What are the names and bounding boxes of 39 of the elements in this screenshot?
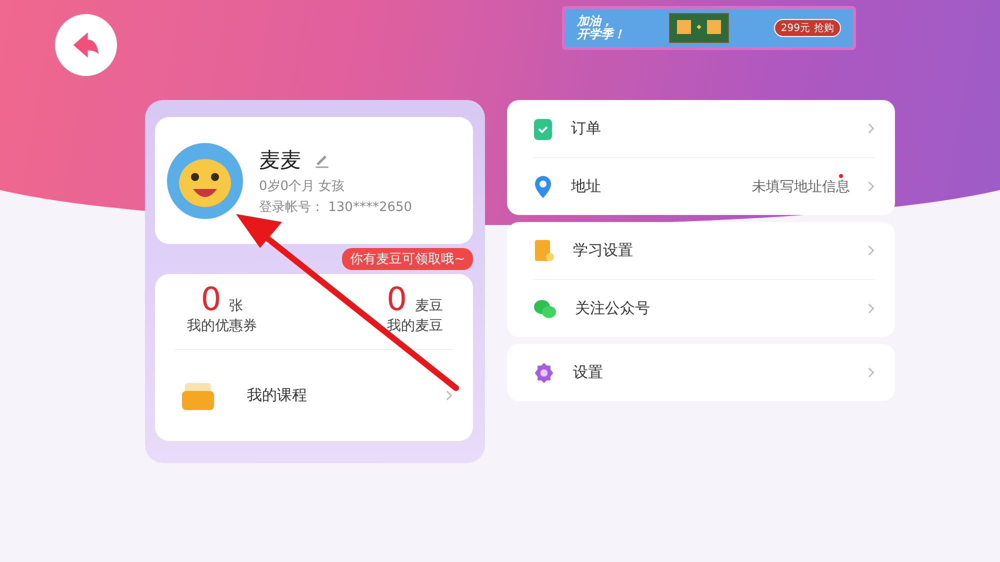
- age-gender-text: 0岁0个月 女孩: [259, 178, 346, 195]
- promo-banner[interactable]: 加油， 开学季！ 299元 抢购: [562, 6, 856, 50]
- account-text: 登录帐号： 130****2650: [259, 198, 412, 216]
- chevron-icon: [868, 367, 875, 378]
- stat-unit: 张: [229, 297, 244, 316]
- clipboard-check-icon: [533, 116, 553, 140]
- menu-item[interactable]: 关注公众号: [533, 280, 875, 337]
- book-gear-icon: [533, 238, 555, 262]
- buy-badge: 299元 抢购: [774, 19, 841, 37]
- menu-label: 订单: [571, 119, 602, 138]
- stat-label[interactable]: 我的麦豆: [386, 317, 443, 336]
- menu-value: 未填写地址信息: [752, 178, 850, 196]
- menu-label: 地址: [571, 177, 602, 196]
- course-item[interactable]: 我的课程: [175, 350, 453, 441]
- folder-icon: [181, 380, 215, 411]
- chevron-icon: [868, 245, 875, 256]
- menu-item[interactable]: 地址 未填写地址信息: [533, 158, 875, 215]
- stat-value: 0: [200, 282, 222, 318]
- chevron-icon: [868, 303, 875, 314]
- chat-bubbles-icon: [533, 298, 557, 320]
- stat-value: 0: [386, 282, 407, 318]
- banner-headline: 加油，: [577, 14, 613, 28]
- chalkboard-drawing: [669, 13, 730, 43]
- stat-unit: 麦豆: [415, 297, 443, 316]
- menu-item[interactable]: 设置: [533, 344, 875, 401]
- location-pin-icon: [533, 174, 553, 198]
- chevron-icon: [868, 181, 875, 192]
- chevron-icon: [868, 123, 875, 134]
- settings-icon: [533, 362, 555, 384]
- user-name: 麦麦: [259, 146, 301, 174]
- menu-item[interactable]: 学习设置: [533, 222, 875, 280]
- menu-label: 关注公众号: [575, 299, 651, 318]
- menu-item[interactable]: 订单: [533, 100, 875, 158]
- stat-label[interactable]: 我的优惠券: [187, 317, 257, 336]
- banner-headline: 开学季！: [577, 28, 625, 42]
- menu-label: 学习设置: [573, 241, 634, 260]
- chevron-icon: [446, 390, 453, 402]
- tooltip: 你有麦豆可领取哦~: [342, 248, 473, 270]
- menu-label: 设置: [573, 363, 604, 382]
